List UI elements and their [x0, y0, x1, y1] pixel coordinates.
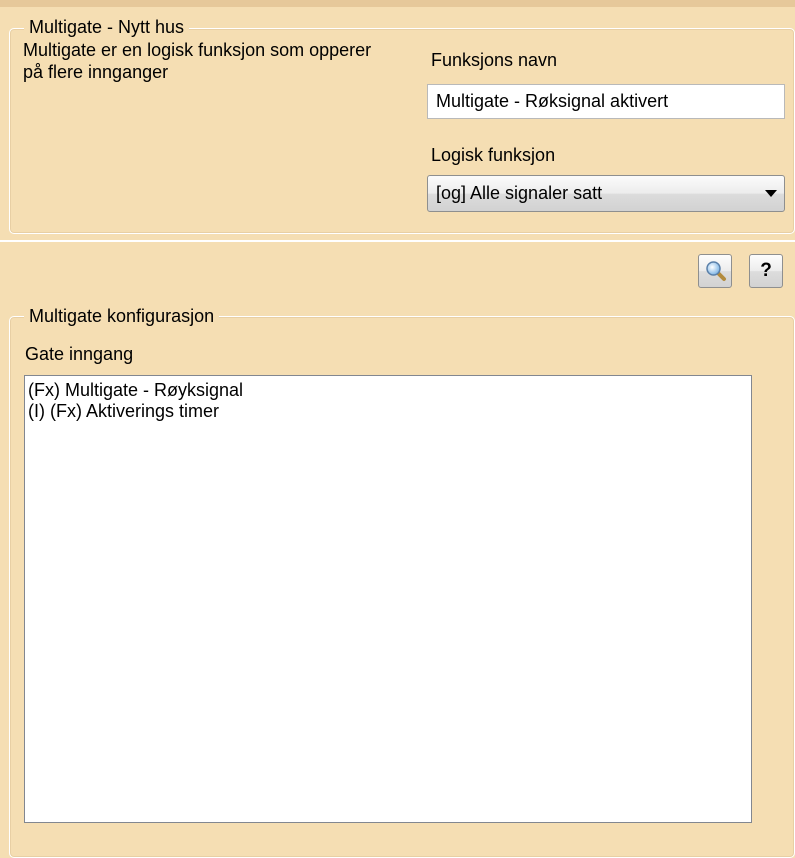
- function-name-input[interactable]: Multigate - Røksignal aktivert: [427, 84, 785, 119]
- gate-input-list[interactable]: (Fx) Multigate - Røyksignal (I) (Fx) Akt…: [24, 375, 752, 823]
- multigate-groupbox: Multigate - Nytt hus Multigate er en log…: [9, 17, 795, 234]
- function-name-label: Funksjons navn: [431, 50, 558, 70]
- top-edge: [0, 0, 795, 7]
- magnifier-icon: [706, 261, 726, 281]
- search-button[interactable]: [698, 254, 732, 288]
- list-item[interactable]: (I) (Fx) Aktiverings timer: [28, 401, 748, 422]
- logic-function-label: Logisk funksjon: [431, 145, 556, 165]
- help-label: ?: [760, 260, 772, 281]
- groupbox-title: Multigate - Nytt hus: [24, 17, 190, 37]
- config-groupbox-title: Multigate konfigurasjon: [24, 306, 220, 326]
- gate-input-label: Gate inngang: [25, 344, 134, 364]
- logic-function-value: [og] Alle signaler satt: [436, 183, 603, 203]
- description-text: Multigate er en logisk funksjon som oppe…: [23, 40, 372, 82]
- dropdown-arrow-icon[interactable]: [765, 190, 777, 197]
- list-item[interactable]: (Fx) Multigate - Røyksignal: [28, 380, 748, 401]
- logic-function-select[interactable]: [og] Alle signaler satt: [427, 175, 785, 212]
- help-button[interactable]: ?: [749, 254, 783, 288]
- section-divider: [0, 240, 795, 242]
